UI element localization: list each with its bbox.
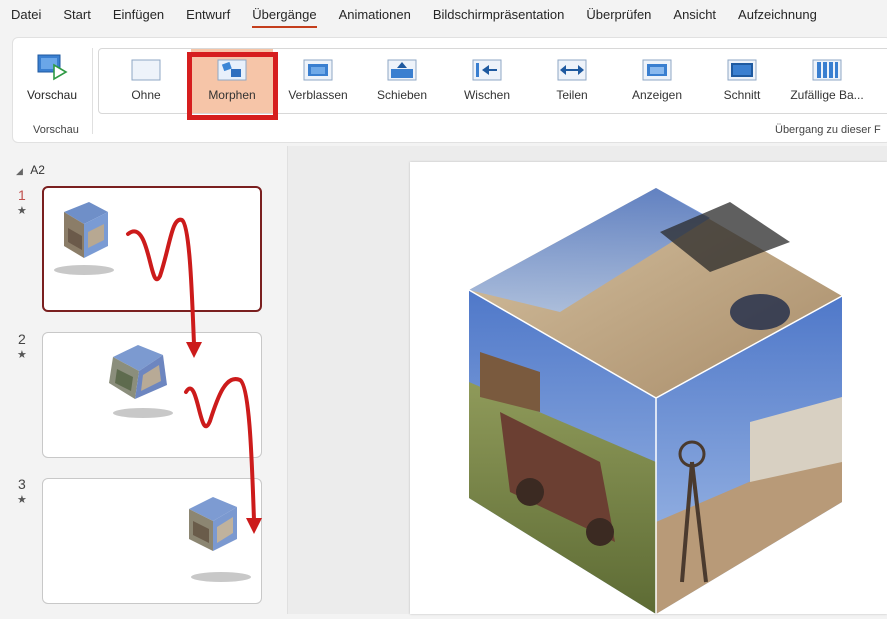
section-header[interactable]: ◢ A2 — [16, 163, 45, 177]
cube-image — [468, 188, 843, 614]
effect-anzeigen[interactable]: Anzeigen — [616, 49, 698, 113]
effect-schnitt-label: Schnitt — [723, 88, 761, 102]
none-transition-icon — [131, 59, 161, 81]
effect-schieben[interactable]: Schieben — [361, 49, 443, 113]
split-transition-icon — [557, 59, 587, 81]
slide-thumbnail-3[interactable] — [42, 478, 262, 604]
cube-image — [109, 345, 173, 418]
menu-bar: Datei Start Einfügen Entwurf Übergänge A… — [0, 0, 887, 36]
wipe-transition-icon — [472, 59, 502, 81]
transition-star-icon: ★ — [17, 205, 27, 217]
preview-icon — [37, 54, 68, 81]
slide-editor — [288, 146, 887, 614]
collapse-triangle-icon[interactable]: ◢ — [16, 166, 23, 176]
effect-zufaellige-balken[interactable]: Zufällige Ba... — [786, 49, 868, 113]
reveal-transition-icon — [642, 59, 672, 81]
menu-uebergaenge[interactable]: Übergänge — [241, 0, 327, 36]
morph-highlight-frame — [187, 52, 278, 120]
menu-start[interactable]: Start — [52, 0, 101, 36]
current-slide[interactable] — [410, 162, 887, 614]
ribbon-divider — [92, 48, 93, 134]
slide-thumbnail-2[interactable] — [42, 332, 262, 458]
transition-star-icon: ★ — [17, 349, 27, 361]
menu-ansicht[interactable]: Ansicht — [662, 0, 727, 36]
cube-image — [54, 202, 114, 275]
effect-teilen[interactable]: Teilen — [531, 49, 613, 113]
slide-thumbnail-1[interactable] — [42, 186, 262, 312]
effect-verblassen-label: Verblassen — [288, 88, 348, 102]
menu-ueberpruefen[interactable]: Überprüfen — [575, 0, 662, 36]
effect-verblassen[interactable]: Verblassen — [277, 49, 359, 113]
effect-wischen[interactable]: Wischen — [446, 49, 528, 113]
slide-number-1: 1 — [18, 187, 26, 203]
effect-schieben-label: Schieben — [376, 88, 428, 102]
section-name: A2 — [30, 163, 45, 177]
effect-wischen-label: Wischen — [463, 88, 510, 102]
cut-transition-icon — [727, 59, 757, 81]
preview-button-label: Vorschau — [26, 88, 78, 102]
menu-animationen[interactable]: Animationen — [328, 0, 422, 36]
preview-group-label: Vorschau — [33, 124, 79, 136]
effect-anzeigen-label: Anzeigen — [631, 88, 683, 102]
menu-einfuegen[interactable]: Einfügen — [102, 0, 175, 36]
transition-star-icon: ★ — [17, 494, 27, 506]
effect-teilen-label: Teilen — [556, 88, 588, 102]
menu-datei[interactable]: Datei — [0, 0, 52, 36]
transitions-group-label: Übergang zu dieser F — [775, 124, 881, 136]
menu-aufzeichnung[interactable]: Aufzeichnung — [727, 0, 828, 36]
slides-panel[interactable]: ◢ A2 1 ★ 2 ★ 3 ★ — [0, 146, 288, 614]
menu-bildschirmpraesentation[interactable]: Bildschirmpräsentation — [422, 0, 576, 36]
effect-schnitt[interactable]: Schnitt — [701, 49, 783, 113]
push-transition-icon — [387, 59, 417, 81]
preview-button[interactable]: Vorschau — [19, 48, 85, 114]
random-bars-transition-icon — [812, 59, 842, 81]
effect-ohne-label: Ohne — [131, 88, 161, 102]
ribbon: Vorschau Vorschau Ohne Morphen Verblasse… — [12, 37, 887, 143]
slide-number-3: 3 — [18, 476, 26, 492]
fade-transition-icon — [303, 59, 333, 81]
effect-ohne[interactable]: Ohne — [105, 49, 187, 113]
effect-zufaellige-balken-label: Zufällige Ba... — [790, 88, 864, 102]
menu-entwurf[interactable]: Entwurf — [175, 0, 241, 36]
slide-number-2: 2 — [18, 331, 26, 347]
cube-image — [189, 497, 251, 582]
